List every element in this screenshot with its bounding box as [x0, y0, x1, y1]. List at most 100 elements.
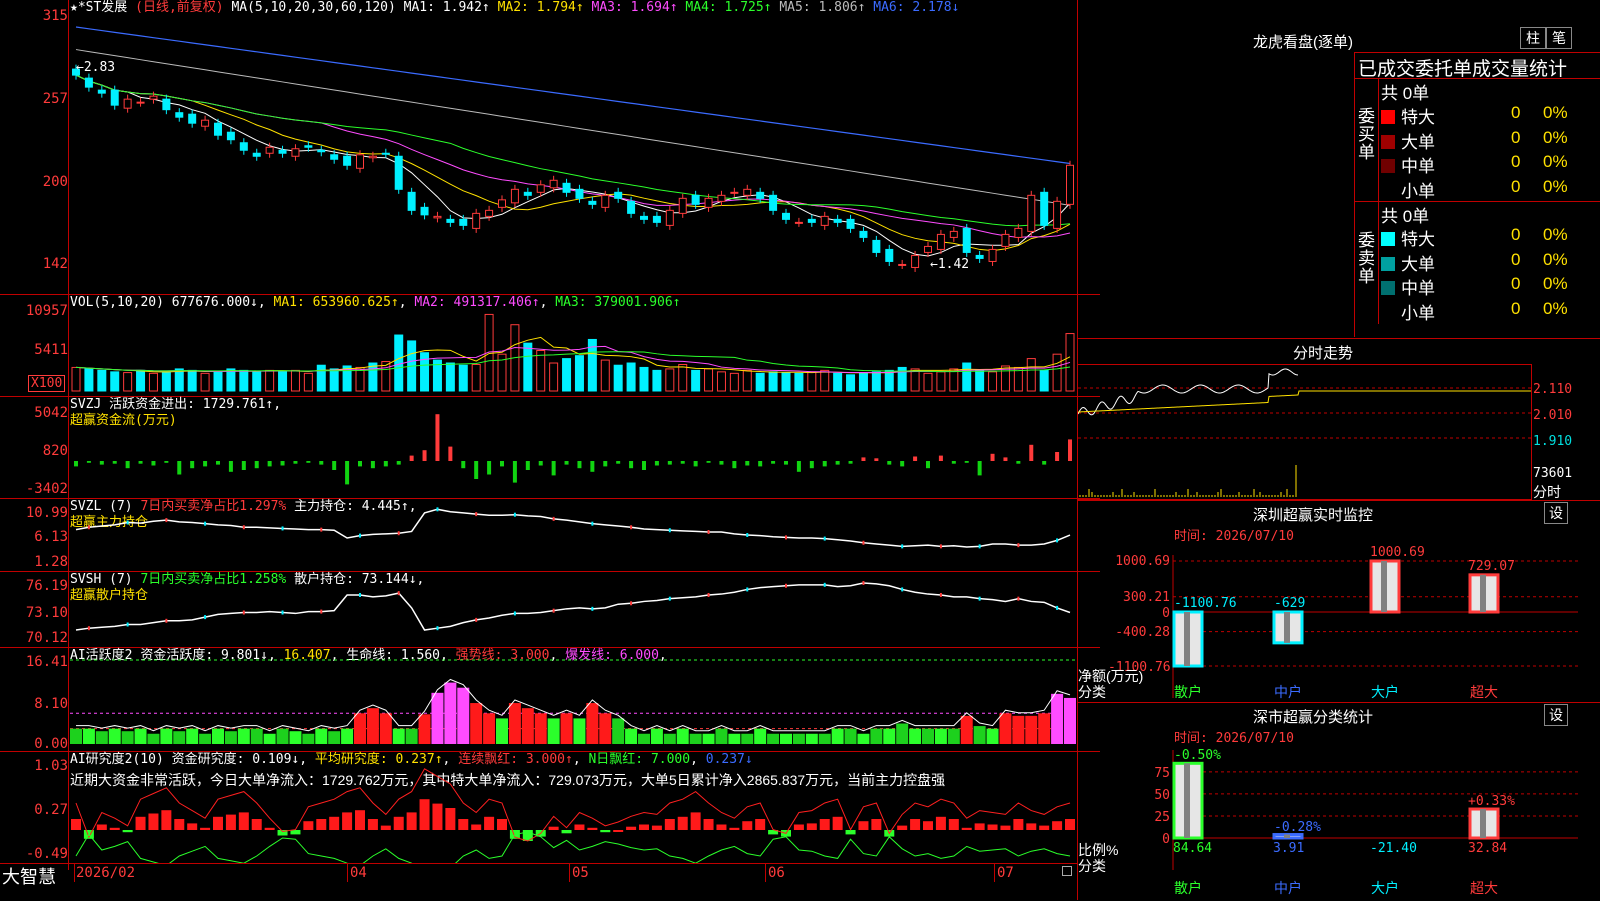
ai-research-chart: [71, 768, 1075, 864]
volume-bar: [136, 369, 146, 392]
activity-bar: [431, 692, 444, 744]
candle-body: [614, 191, 623, 199]
flow-bar: [887, 461, 892, 465]
bar-value-label: -629: [1274, 596, 1306, 611]
candle-body: [807, 218, 816, 223]
volume-bar: [278, 371, 288, 392]
flow-bar: [319, 461, 324, 465]
flow-bar: [848, 461, 853, 464]
flow-bar: [86, 461, 91, 463]
flow-bar: [203, 461, 208, 467]
candle-body: [343, 155, 352, 166]
price-axis-3: 200: [42, 174, 68, 190]
candlestick-chart[interactable]: [0, 0, 1077, 294]
research-bar: [497, 819, 507, 830]
flow-bar: [396, 461, 401, 465]
ai-research-panel[interactable]: AI研究度2(10) 资金研究度: 0.109↓, 平均研究度: 0.237↑,…: [0, 751, 1100, 864]
research-bar: [71, 819, 81, 830]
volume-bar: [123, 372, 133, 392]
flow-bar: [809, 461, 814, 469]
flow-bar: [190, 461, 195, 469]
activity-bar: [1012, 715, 1025, 744]
research-bar: [574, 824, 585, 830]
candle-body: [743, 188, 752, 196]
vol-ma5: [75, 336, 1071, 374]
volume-bar: [962, 362, 972, 392]
vol-panel[interactable]: VOL(5,10,20) 677676.000↓, MA1: 653960.62…: [0, 294, 1100, 397]
volume-bar: [704, 368, 714, 392]
candle-body: [291, 148, 300, 157]
research-bar: [677, 816, 688, 830]
candle-body: [691, 194, 700, 205]
stock-label: ★*ST发展: [70, 0, 128, 15]
activity-bar: [250, 728, 263, 744]
activity-bar: [160, 728, 173, 744]
volume-bar: [639, 366, 649, 392]
svsh-panel[interactable]: SVSH (7) 7日内买卖净占比1.258% 散户持仓: 73.144↓, 超…: [0, 571, 1100, 648]
flow-bar: [990, 453, 995, 461]
period-label: (日线,前复权): [135, 0, 224, 15]
flow-bar: [487, 461, 492, 475]
flow-bar: [164, 461, 169, 463]
research-bar: [122, 830, 133, 833]
volume-bar: [1052, 353, 1062, 392]
candle-body: [562, 182, 571, 193]
flow-bar: [603, 461, 608, 467]
activity-bar: [999, 713, 1012, 744]
research-bar: [716, 824, 727, 830]
flow-bar: [267, 461, 272, 467]
activity-bar: [444, 682, 457, 744]
ma120-line: [75, 26, 1071, 165]
flow-bar: [228, 461, 233, 472]
activity-bar: [934, 728, 947, 744]
flow-bar: [512, 461, 517, 483]
activity-bar: [1038, 713, 1051, 744]
activity-bar: [754, 728, 767, 744]
lock-icon[interactable]: [1062, 866, 1072, 876]
price-panel[interactable]: ★*ST发展 (日线,前复权) MA(5,10,20,30,60,120) MA…: [0, 0, 1077, 294]
flow-bar: [861, 457, 866, 461]
svzj-panel[interactable]: SVZJ 活跃资金进出: 1729.761↑, 超赢资金流(万元) 5042 8…: [0, 396, 1100, 499]
candle-body: [872, 239, 881, 253]
flow-bar: [938, 455, 943, 461]
volume-bar: [871, 371, 881, 392]
research-bar: [109, 827, 120, 830]
volume-bar: [755, 372, 765, 392]
candle-body: [678, 197, 687, 214]
flow-bar: [758, 461, 763, 467]
volume-bar: [536, 350, 546, 392]
research-bar: [845, 830, 856, 835]
volume-bar: [910, 368, 920, 392]
candle-body: [214, 122, 222, 136]
volume-bar: [239, 369, 249, 392]
ai-activity-panel[interactable]: AI活跃度2 资金活跃度: 9.801↓, 16.407, 生命线: 1.560…: [0, 647, 1100, 752]
flow-bar: [693, 461, 698, 467]
volume-bar: [729, 372, 739, 392]
activity-bar: [121, 731, 134, 744]
flow-bar: [448, 446, 453, 461]
research-bar: [355, 810, 365, 830]
candle-body: [536, 184, 545, 193]
volume-bar: [858, 372, 868, 392]
svzl-line: [75, 507, 1071, 549]
activity-bar: [70, 728, 82, 744]
date-label-2: 05: [572, 865, 589, 881]
sc-bar-shade: [1284, 834, 1290, 838]
activity-bar: [470, 703, 483, 744]
candle-body: [304, 145, 313, 148]
activity-bar: [909, 728, 922, 744]
candle-body: [846, 218, 855, 229]
candle-body: [472, 212, 481, 229]
candle-body: [756, 191, 765, 199]
svzl-panel[interactable]: SVZL (7) 7日内买卖净占比1.297% 主力持仓: 4.445↑, 超赢…: [0, 498, 1100, 572]
activity-bar: [792, 733, 805, 744]
flow-bar: [564, 461, 569, 465]
flow-bar: [1068, 439, 1072, 461]
candle-body: [652, 215, 661, 223]
activity-bar: [780, 733, 792, 744]
flow-bar: [1055, 452, 1060, 461]
activity-bar: [483, 713, 496, 744]
flow-bar: [732, 461, 737, 469]
volume-bar: [691, 369, 701, 392]
flow-bar: [1003, 457, 1008, 461]
